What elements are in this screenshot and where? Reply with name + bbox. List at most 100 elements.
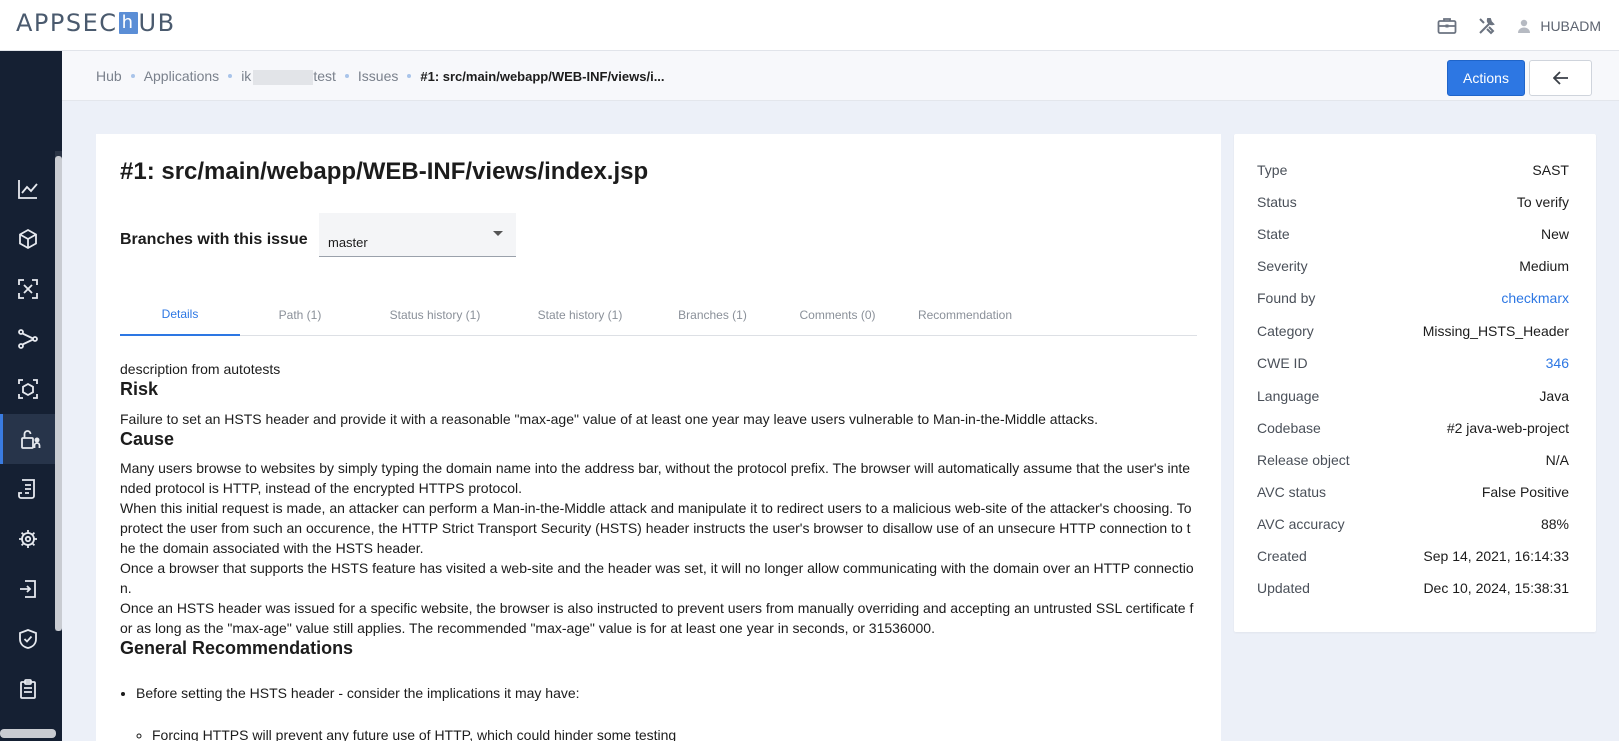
cube-scan-icon bbox=[18, 379, 38, 399]
info-value: Sep 14, 2021, 16:14:33 bbox=[1423, 548, 1569, 564]
cause-paragraph-3: Once a browser that supports the HSTS fe… bbox=[120, 560, 1194, 596]
info-key: Status bbox=[1257, 194, 1297, 210]
info-row-codebase: Codebase #2 java-web-project bbox=[1257, 420, 1569, 440]
info-value: To verify bbox=[1516, 194, 1569, 210]
info-key: AVC accuracy bbox=[1257, 516, 1345, 532]
sidebar-item-reports[interactable] bbox=[0, 464, 56, 514]
info-value: Java bbox=[1539, 388, 1569, 404]
caret-down-icon bbox=[493, 231, 503, 236]
top-bar: APPSEC h UB HUBADM bbox=[0, 0, 1619, 51]
tab-branches[interactable]: Branches (1) bbox=[650, 293, 775, 336]
sidebar-item-applications[interactable] bbox=[0, 214, 56, 264]
breadcrumb-app-suffix: test bbox=[313, 68, 336, 84]
info-row-type: Type SAST bbox=[1257, 162, 1569, 182]
info-value: SAST bbox=[1532, 162, 1569, 178]
sidebar-item-vulnerabilities[interactable] bbox=[0, 514, 56, 564]
info-key: Type bbox=[1257, 162, 1288, 178]
lock-user-icon bbox=[20, 430, 40, 449]
breadcrumb-separator bbox=[407, 74, 412, 79]
info-key: Severity bbox=[1257, 258, 1308, 274]
info-key: Release object bbox=[1257, 452, 1350, 468]
breadcrumb-application[interactable]: ik test bbox=[241, 68, 336, 85]
issue-info-card: Type SAST Status To verify State New Severi… bbox=[1234, 134, 1596, 632]
bug-gear-icon bbox=[19, 530, 37, 548]
tab-path[interactable]: Path (1) bbox=[240, 293, 360, 336]
user-menu[interactable]: HUBADM bbox=[1516, 18, 1601, 34]
info-key: Created bbox=[1257, 548, 1307, 564]
logo-mark: h bbox=[118, 12, 138, 34]
breadcrumb: Hub Applications ik test Issues #1: src/m… bbox=[96, 68, 665, 85]
tab-bar: Details Path (1) Status history (1) Stat… bbox=[120, 293, 1197, 336]
sidebar-item-tasks[interactable] bbox=[0, 664, 56, 714]
info-value: New bbox=[1540, 226, 1569, 242]
info-row-cwe-id: CWE ID 346 bbox=[1257, 355, 1569, 375]
breadcrumb-issues[interactable]: Issues bbox=[358, 68, 398, 84]
info-row-language: Language Java bbox=[1257, 388, 1569, 408]
redacted-text bbox=[253, 69, 314, 85]
scan-icon bbox=[18, 279, 38, 299]
list-item: Before setting the HSTS header - conside… bbox=[136, 683, 1197, 703]
sidebar-item-import[interactable] bbox=[0, 564, 56, 614]
branches-label: Branches with this issue bbox=[120, 231, 308, 248]
sidebar-scrollbar[interactable] bbox=[55, 156, 62, 631]
sidebar-item-policies[interactable] bbox=[0, 614, 56, 664]
briefcase-icon[interactable] bbox=[1436, 15, 1458, 37]
info-value: Dec 10, 2024, 15:38:31 bbox=[1423, 580, 1569, 596]
recommendations-list: Before setting the HSTS header - conside… bbox=[120, 683, 1197, 703]
sidebar-item-components[interactable] bbox=[0, 364, 56, 414]
report-icon bbox=[18, 479, 35, 499]
box-icon bbox=[19, 228, 37, 250]
info-value: #2 java-web-project bbox=[1446, 420, 1569, 436]
app-logo[interactable]: APPSEC h UB bbox=[16, 9, 176, 37]
info-value: N/A bbox=[1545, 452, 1569, 468]
info-row-release-object: Release object N/A bbox=[1257, 452, 1569, 472]
tools-icon[interactable] bbox=[1476, 15, 1498, 37]
clipboard-icon bbox=[20, 679, 36, 699]
breadcrumb-separator bbox=[130, 74, 135, 79]
tab-recommendation[interactable]: Recommendation bbox=[900, 293, 1030, 336]
found-by-link[interactable]: checkmarx bbox=[1501, 290, 1569, 310]
breadcrumb-separator bbox=[344, 74, 349, 79]
breadcrumb-bar: Hub Applications ik test Issues #1: src/m… bbox=[62, 51, 1619, 101]
info-row-created: Created Sep 14, 2021, 16:14:33 bbox=[1257, 548, 1569, 568]
tab-status-history[interactable]: Status history (1) bbox=[360, 293, 510, 336]
back-button[interactable] bbox=[1529, 60, 1592, 96]
info-key: Updated bbox=[1257, 580, 1310, 596]
branch-icon bbox=[18, 329, 38, 349]
issue-details-card: #1: src/main/webapp/WEB-INF/views/index.… bbox=[96, 134, 1221, 741]
recommendations-sublist: Forcing HTTPS will prevent any future us… bbox=[120, 725, 1197, 741]
breadcrumb-app-prefix: ik bbox=[241, 68, 252, 84]
info-key: CWE ID bbox=[1257, 355, 1308, 371]
logo-text-right: UB bbox=[138, 9, 176, 37]
branch-select[interactable]: master bbox=[319, 213, 516, 257]
exit-icon bbox=[20, 580, 36, 598]
list-item: Forcing HTTPS will prevent any future us… bbox=[152, 725, 1197, 741]
logo-text-left: APPSEC bbox=[16, 9, 118, 37]
issue-description: description from autotests Risk Failure … bbox=[120, 359, 1197, 741]
sidebar-horizontal-scrollbar[interactable] bbox=[0, 729, 56, 738]
info-row-category: Category Missing_HSTS_Header bbox=[1257, 323, 1569, 343]
sidebar-item-scans[interactable] bbox=[0, 264, 56, 314]
sidebar-item-pipelines[interactable] bbox=[0, 314, 56, 364]
info-row-status: Status To verify bbox=[1257, 194, 1569, 214]
chart-line-icon bbox=[18, 180, 38, 199]
sidebar-item-issues[interactable] bbox=[0, 414, 56, 464]
tab-details[interactable]: Details bbox=[120, 293, 240, 336]
recommendations-heading: General Recommendations bbox=[120, 638, 354, 658]
actions-button[interactable]: Actions bbox=[1447, 60, 1525, 96]
cause-paragraph-1: Many users browse to websites by simply … bbox=[120, 460, 1191, 496]
tab-state-history[interactable]: State history (1) bbox=[510, 293, 650, 336]
info-row-avc-accuracy: AVC accuracy 88% bbox=[1257, 516, 1569, 536]
cause-paragraph-2: When this initial request is made, an at… bbox=[120, 500, 1192, 556]
arrow-left-icon bbox=[1552, 71, 1568, 85]
risk-text: Failure to set an HSTS header and provid… bbox=[120, 411, 1099, 427]
info-value: 88% bbox=[1540, 516, 1569, 532]
sidebar-item-dashboard[interactable] bbox=[0, 164, 56, 214]
info-key: State bbox=[1257, 226, 1290, 242]
tab-comments[interactable]: Comments (0) bbox=[775, 293, 900, 336]
info-key: Found by bbox=[1257, 290, 1316, 306]
cwe-id-link[interactable]: 346 bbox=[1546, 355, 1569, 375]
user-icon bbox=[1518, 19, 1531, 33]
breadcrumb-hub[interactable]: Hub bbox=[96, 68, 122, 84]
breadcrumb-applications[interactable]: Applications bbox=[144, 68, 220, 84]
